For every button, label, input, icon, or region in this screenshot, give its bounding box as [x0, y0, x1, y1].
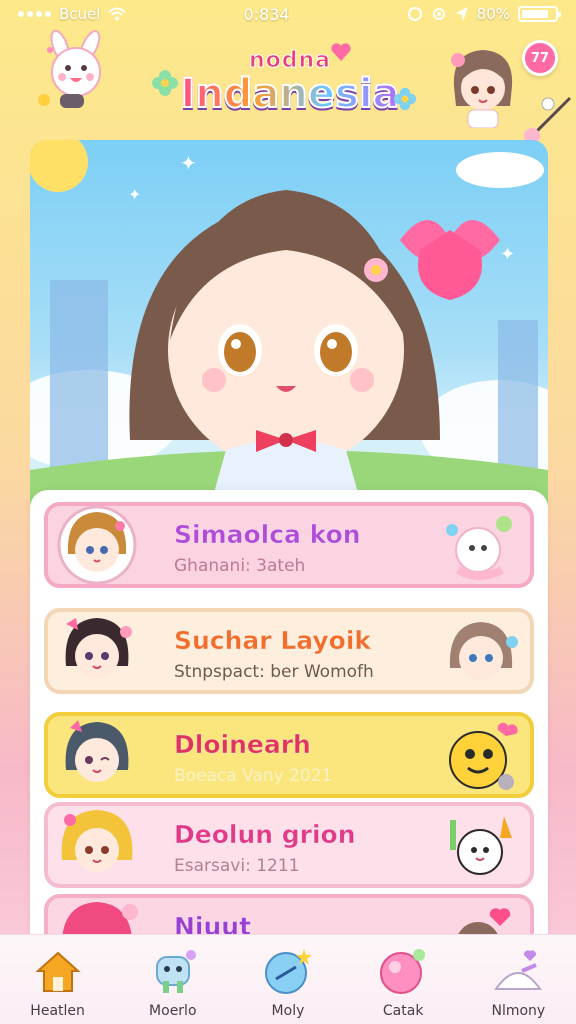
svg-text:✦: ✦: [180, 151, 197, 175]
nav-label: Nlmony: [491, 1003, 546, 1019]
character-icon: [155, 950, 196, 993]
hero-illustration: ✦ ✦ ✦: [30, 140, 548, 520]
logo-subtitle: nodna: [248, 48, 332, 73]
logo-title: Indanesia: [179, 71, 400, 117]
svg-text:✦: ✦: [128, 185, 141, 204]
location-icon: [455, 7, 468, 21]
nav-moly[interactable]: Moly: [238, 945, 338, 1019]
character-avatar: [65, 618, 132, 678]
status-left: Bcuel: [18, 5, 127, 23]
status-right: 80%: [407, 5, 561, 23]
nav-label: Moerlo: [149, 1003, 197, 1019]
character-sticker-icon: [449, 622, 518, 680]
list-item[interactable]: Suchar Layoik Stnpspact: ber Womofh: [44, 608, 534, 694]
bunny-sticker-icon: [446, 516, 512, 580]
bunny-sticker-icon: [450, 816, 512, 875]
battery-icon: [518, 6, 561, 22]
nav-label: Heatlen: [30, 1003, 85, 1019]
list-item[interactable]: Deolun grion Esarsavi: 1211: [44, 802, 534, 888]
notification-badge[interactable]: 77: [522, 40, 558, 76]
character-avatar: [57, 505, 137, 585]
nav-label: Catak: [382, 1003, 424, 1019]
status-bar: Bcuel 0:834 80%: [0, 0, 576, 28]
heart-hill-icon: [494, 950, 543, 990]
character-list: Simaolca kon Ghanani: 3ateh Suchar Layoi…: [30, 490, 548, 940]
list-item[interactable]: Simaolca kon Ghanani: 3ateh: [44, 502, 534, 588]
character-avatar: [65, 720, 129, 782]
nav-nlmony[interactable]: Nlmony: [468, 945, 568, 1019]
list-item[interactable]: Dloinearh Boeaca Vany 2021: [44, 712, 534, 798]
heart-decoration-icon: [331, 43, 351, 61]
svg-text:✦: ✦: [500, 244, 515, 265]
character-avatar: [61, 810, 133, 872]
carrier-label: Bcuel: [59, 5, 101, 23]
list-item-subtitle: Ghanani: 3ateh: [174, 556, 306, 576]
battery-percent: 80%: [476, 5, 510, 23]
nav-catak[interactable]: Catak: [353, 945, 453, 1019]
list-item-title: Deolun grion: [174, 820, 356, 850]
list-item-subtitle: Boeaca Vany 2021: [174, 766, 333, 786]
nav-character[interactable]: Moerlo: [123, 945, 223, 1019]
wifi-icon: [108, 7, 127, 21]
list-item-title: Dloinearh: [174, 730, 311, 760]
clock: 0:834: [243, 4, 290, 24]
signal-icon: [18, 11, 51, 17]
home-icon: [34, 951, 81, 992]
flower-decoration-icon: [393, 87, 417, 111]
bottom-navigation: Heatlen Moerlo Moly Catak Nlmony: [0, 934, 576, 1024]
nav-label: Moly: [271, 1003, 305, 1019]
rotation-lock-icon: [432, 8, 445, 20]
nav-home[interactable]: Heatlen: [8, 945, 108, 1019]
list-item-subtitle: Esarsavi: 1211: [174, 856, 300, 876]
list-item-title: Suchar Layoik: [174, 626, 372, 656]
list-item-title: Simaolca kon: [174, 520, 361, 550]
list-item-subtitle: Stnpspact: ber Womofh: [174, 662, 374, 682]
app-header: nodna Indanesia 77: [0, 28, 576, 144]
profile-avatar[interactable]: [446, 46, 520, 128]
star-orb-icon: [264, 949, 312, 994]
hero-banner: ✦ ✦ ✦: [30, 140, 548, 520]
alarm-icon: [407, 7, 422, 21]
wand-icon: [524, 96, 572, 144]
bubble-icon: [380, 949, 426, 994]
bunny-mascot-icon: [38, 29, 101, 108]
flower-decoration-icon: [152, 70, 178, 96]
app-logo: nodna Indanesia: [160, 38, 420, 128]
smiley-sticker-icon: [449, 722, 518, 790]
